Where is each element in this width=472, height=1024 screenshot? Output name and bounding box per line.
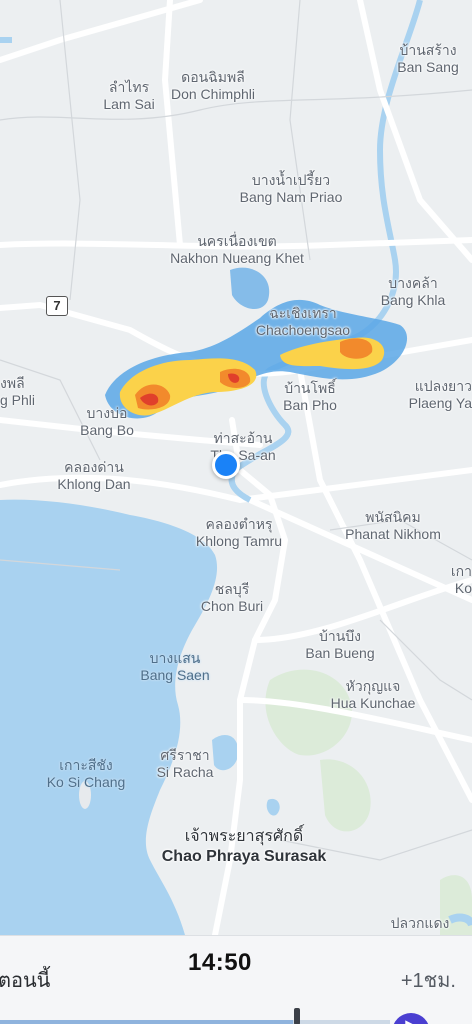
- sea: [0, 499, 218, 935]
- place-phanat-nikhom[interactable]: พนัสนิคม Phanat Nikhom: [345, 509, 441, 543]
- place-label-th: เกาะสีชัง: [59, 757, 113, 773]
- place-label-en: Khlong Dan: [57, 476, 131, 492]
- place-bang-phli[interactable]: งพลี g Phli: [0, 375, 35, 409]
- timeline-progress-fill: [0, 1020, 293, 1024]
- place-label-en: Bang Saen: [140, 667, 210, 683]
- place-label-en: Khlong Tamru: [195, 533, 283, 549]
- place-label-en: Ko Si Chang: [46, 774, 126, 790]
- reservoir-small: [266, 798, 280, 816]
- place-label-en: Phanat Nikhom: [345, 526, 441, 542]
- place-label-en: Chao Phraya Surasak: [161, 848, 327, 865]
- place-label-th: แปลงยาว: [414, 378, 472, 394]
- place-label-th: บ้านสร้าง: [399, 42, 457, 58]
- place-label-th: ดอนฉิมพลี: [181, 69, 245, 85]
- place-label-th: ลำไทร: [108, 79, 150, 95]
- place-label-th: หัวกุญแจ: [345, 678, 401, 694]
- place-label-en: Lam Sai: [103, 96, 155, 112]
- place-label-en: Si Racha: [156, 764, 214, 780]
- place-bang-khla[interactable]: บางคล้า Bang Khla: [381, 275, 446, 309]
- play-icon: ▶: [405, 1017, 417, 1024]
- place-label-en: Don Chimphli: [170, 86, 256, 102]
- place-ko-edge[interactable]: เกา Ko: [451, 563, 472, 597]
- place-label-en: Ban Pho: [283, 397, 337, 413]
- place-si-racha[interactable]: ศรีราชา Si Racha: [157, 747, 214, 781]
- timeline-track[interactable]: [0, 1020, 390, 1024]
- place-label-en: Hua Kunchae: [330, 695, 416, 711]
- place-bang-bo[interactable]: บางบ่อ Bang Bo: [80, 405, 134, 439]
- place-label-th: บางน้ำเปรี้ยว: [251, 172, 331, 188]
- play-button[interactable]: ▶: [392, 1013, 430, 1024]
- place-chon-buri[interactable]: ชลบุรี Chon Buri: [201, 581, 263, 615]
- timeline-now-label[interactable]: ตอนนี้: [0, 964, 50, 996]
- place-label-en: Chachoengsao: [255, 322, 351, 338]
- place-label-th: บางคล้า: [388, 275, 438, 291]
- place-label-en: Ko: [454, 580, 472, 596]
- place-label-th: บางบ่อ: [86, 405, 128, 421]
- place-hua-kunchae[interactable]: หัวกุญแจ Hua Kunchae: [331, 678, 416, 712]
- place-label-th: บ้านโพธิ์: [284, 380, 336, 396]
- place-label-th: ชลบุรี: [214, 581, 250, 597]
- place-label-en: g Phli: [0, 392, 36, 408]
- place-khlong-dan[interactable]: คลองด่าน Khlong Dan: [57, 459, 130, 493]
- place-label-th: พนัสนิคม: [365, 509, 421, 525]
- place-plaeng-yao[interactable]: แปลงยาว Plaeng Ya: [409, 378, 472, 412]
- place-label-th: บางแสน: [149, 650, 201, 666]
- place-label-th: เจ้าพระยาสุรศักดิ์: [184, 828, 304, 845]
- place-pluak-daeng[interactable]: ปลวกแดง: [391, 915, 450, 932]
- timeline-current-time: 14:50: [188, 949, 252, 976]
- place-lam-sai[interactable]: ลำไทร Lam Sai: [103, 79, 154, 113]
- place-label-th: นครเนื่องเขต: [197, 233, 277, 249]
- place-ban-bueng[interactable]: บ้านบึง Ban Bueng: [305, 628, 374, 662]
- place-label-en: Bang Bo: [80, 422, 134, 438]
- place-chachoengsao[interactable]: ฉะเชิงเทรา Chachoengsao: [256, 305, 350, 339]
- place-label-en: Nakhon Nueang Khet: [170, 250, 304, 266]
- current-location-marker[interactable]: [212, 451, 240, 479]
- place-nakhon-nueang-khet[interactable]: นครเนื่องเขต Nakhon Nueang Khet: [170, 233, 304, 267]
- place-label-th: ท่าสะอ้าน: [213, 430, 273, 446]
- place-bang-nam-priao[interactable]: บางน้ำเปรี้ยว Bang Nam Priao: [240, 172, 343, 206]
- place-label-en: Plaeng Ya: [408, 395, 472, 411]
- place-label-th: ฉะเชิงเทรา: [269, 305, 337, 321]
- place-label-th: ศรีราชา: [160, 747, 210, 763]
- highway-shield: 7: [46, 296, 68, 316]
- radar-map[interactable]: 7 บ้านสร้าง Ban Sang ลำไทร Lam Sai ดอนฉิมพ…: [0, 0, 472, 935]
- reservoir: [212, 735, 239, 771]
- place-chao-phraya-surasak[interactable]: เจ้าพระยาสุรศักดิ์ Chao Phraya Surasak: [162, 827, 327, 867]
- place-khlong-tamru[interactable]: คลองตำหรุ Khlong Tamru: [196, 516, 282, 550]
- timeline-next-label[interactable]: +1ชม.: [401, 964, 456, 996]
- place-label-en: Ban Bueng: [305, 645, 375, 661]
- place-label-th: ปลวกแดง: [390, 915, 450, 931]
- place-ko-si-chang[interactable]: เกาะสีชัง Ko Si Chang: [47, 757, 126, 791]
- forest-2: [320, 759, 371, 832]
- place-label-en: Bang Khla: [380, 292, 446, 308]
- place-ban-sang[interactable]: บ้านสร้าง Ban Sang: [397, 42, 459, 76]
- place-don-chimphli[interactable]: ดอนฉิมพลี Don Chimphli: [171, 69, 255, 103]
- place-label-en: Ban Sang: [397, 59, 459, 75]
- place-label-en: Chon Buri: [200, 598, 264, 614]
- place-label-th: งพลี: [0, 375, 25, 391]
- place-label-th: เกา: [450, 563, 472, 579]
- place-ban-pho[interactable]: บ้านโพธิ์ Ban Pho: [283, 380, 337, 414]
- place-label-en: Bang Nam Priao: [239, 189, 343, 205]
- timeline-scrubber-handle[interactable]: [294, 1008, 300, 1024]
- place-label-th: คลองตำหรุ: [205, 516, 273, 532]
- radar-timeline[interactable]: ตอนนี้ 14:50 +1ชม. ▶: [0, 935, 472, 1024]
- place-label-th: คลองด่าน: [64, 459, 124, 475]
- place-label-th: บ้านบึง: [318, 628, 362, 644]
- place-bang-saen[interactable]: บางแสน Bang Saen: [140, 650, 209, 684]
